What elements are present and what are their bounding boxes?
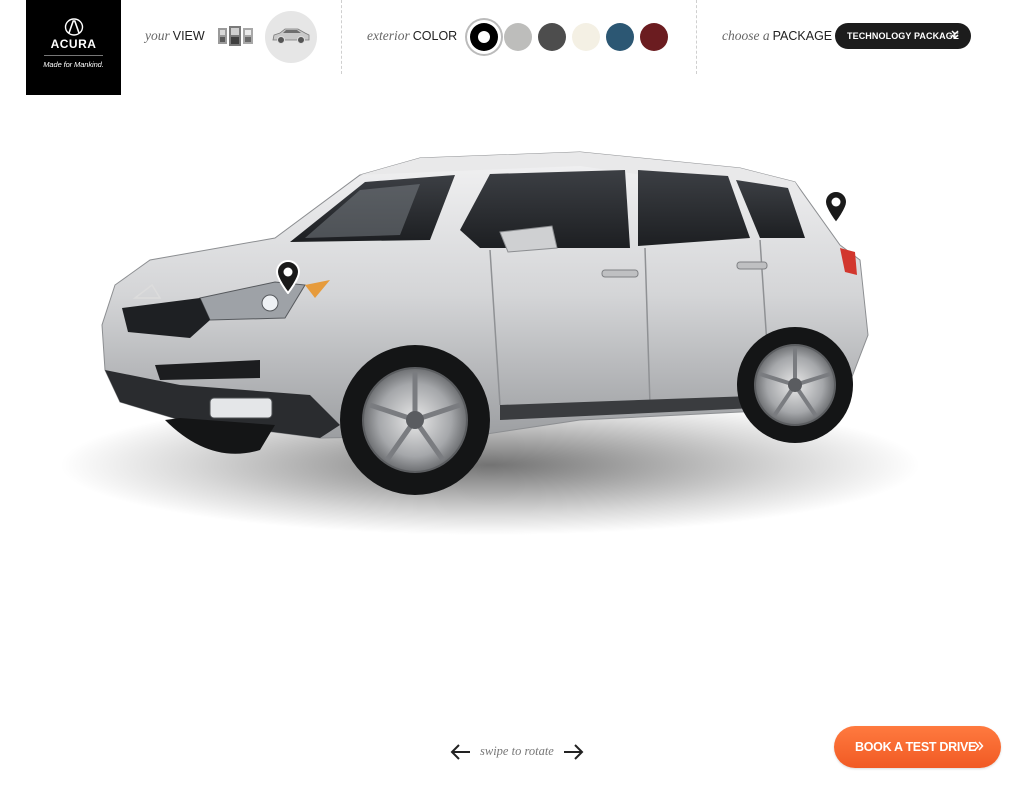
interior-gallery-icon[interactable] — [218, 25, 254, 47]
map-pin-icon[interactable] — [823, 190, 849, 224]
view-label-italic: your — [145, 28, 170, 43]
exterior-label-italic: exterior — [367, 28, 410, 43]
package-label: choose a PACKAGE — [722, 28, 832, 44]
map-pin-icon[interactable] — [275, 260, 301, 294]
book-test-drive-button[interactable]: BOOK A TEST DRIVE — [834, 726, 1001, 768]
brand-name: ACURA — [50, 37, 97, 51]
exterior-color-label: exterior COLOR — [367, 28, 457, 44]
color-swatch[interactable] — [470, 23, 498, 51]
chevron-down-icon — [951, 30, 959, 39]
color-swatch[interactable] — [640, 23, 668, 51]
brand-tagline: Made for Mankind. — [43, 60, 104, 69]
package-label-italic: choose a — [722, 28, 770, 43]
logo-divider — [44, 55, 103, 56]
exterior-label-caps: COLOR — [412, 29, 458, 43]
color-swatch[interactable] — [606, 23, 634, 51]
rotate-control: swipe to rotate — [450, 742, 585, 762]
exterior-view-button[interactable] — [265, 11, 317, 63]
acura-logo[interactable]: ACURA Made for Mankind. — [26, 0, 121, 95]
color-swatch[interactable] — [538, 23, 566, 51]
acura-emblem-icon — [64, 18, 84, 36]
view-label-caps: VIEW — [172, 29, 205, 43]
double-chevron-right-icon — [974, 741, 984, 751]
car-side-icon — [272, 28, 310, 44]
color-swatch[interactable] — [572, 23, 600, 51]
package-label-caps: PACKAGE — [772, 29, 833, 43]
book-test-drive-label: BOOK A TEST DRIVE — [855, 740, 977, 754]
package-dropdown[interactable]: TECHNOLOGY PACKAGE — [835, 23, 971, 49]
toolbar-divider — [341, 0, 342, 74]
rotate-label: swipe to rotate — [480, 744, 554, 758]
color-swatch[interactable] — [504, 23, 532, 51]
arrow-right-icon[interactable] — [562, 742, 584, 762]
package-selected-label: TECHNOLOGY PACKAGE — [847, 31, 959, 41]
toolbar-divider — [696, 0, 697, 74]
vehicle-stage[interactable] — [60, 120, 960, 545]
vehicle-image — [60, 151, 920, 535]
arrow-left-icon[interactable] — [450, 742, 472, 762]
view-label: your VIEW — [145, 28, 205, 44]
